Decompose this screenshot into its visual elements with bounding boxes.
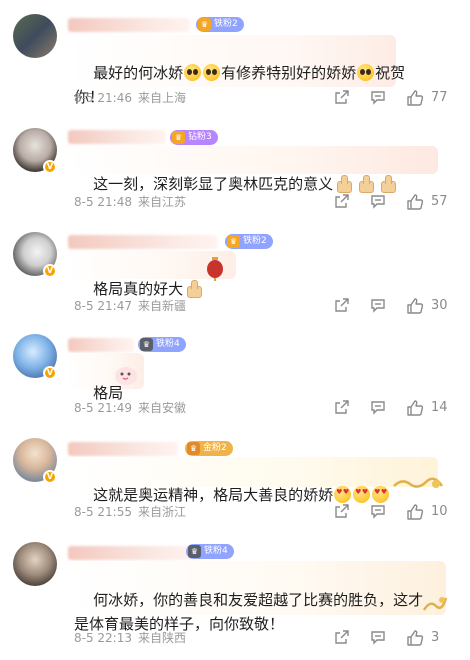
- comment-5: V ♛ 金粉2 这就是奥运精神，格局大善良的娇娇 8-5 21:55来自浙江 1…: [0, 430, 470, 534]
- comment-6: ♛ 铁粉4 何冰娇，你的善良和友爱超越了比赛的胜负，这才 是体育最美的样子，向你致…: [0, 534, 470, 650]
- verified-badge-icon: V: [43, 366, 57, 380]
- share-icon[interactable]: [334, 399, 350, 415]
- lantern-sticker-icon: [207, 257, 223, 281]
- fan-level-icon: ♛: [227, 235, 240, 248]
- comment-icon[interactable]: [370, 193, 386, 209]
- comment-actions: 10: [334, 503, 454, 521]
- timestamp: 8-5 21:55: [74, 505, 132, 519]
- username[interactable]: [68, 546, 196, 560]
- share-icon[interactable]: [334, 297, 350, 313]
- heart-eyes-face-icon: [353, 486, 371, 503]
- cartoon-sticker-icon: [115, 367, 137, 385]
- comment-2: V ♛ 钻粉3 这一刻，深刻彰显了奥林匹克的意义 8-5 21:48 来自江苏 5…: [0, 118, 470, 222]
- like-icon[interactable]: [406, 89, 424, 107]
- thumbs-up-icon: [379, 175, 397, 193]
- avatar[interactable]: [13, 542, 57, 586]
- share-icon[interactable]: [334, 503, 350, 519]
- comment-actions: 3: [334, 629, 454, 647]
- fan-badge: ♛ 铁粉4: [186, 544, 234, 559]
- location: 来自新疆: [138, 299, 187, 313]
- comment-icon[interactable]: [370, 399, 386, 415]
- verified-badge-icon: V: [43, 264, 57, 278]
- comment-meta: 8-5 21:48 来自江苏: [74, 194, 186, 210]
- thumbs-up-icon: [335, 175, 353, 193]
- location: 来自浙江: [138, 505, 187, 519]
- heart-eyes-face-icon: [334, 486, 352, 503]
- like-count: 57: [431, 194, 448, 209]
- timestamp: 8-5 21:49: [74, 401, 132, 415]
- golden-dragon-sticker-icon: [422, 597, 448, 611]
- like-icon[interactable]: [406, 629, 424, 647]
- fan-badge: ♛ 铁粉2: [225, 234, 273, 249]
- comment-actions: 14: [334, 399, 454, 417]
- comment-1: ♛ 铁粉2 最好的何冰娇 有修养特别好的娇娇 祝贺 你！ 8-5 21:46 来自上海 …: [0, 0, 470, 118]
- comment-4: V ♛ 铁粉4 格局 8-5 21:49 来自安徽 14: [0, 326, 470, 430]
- comment-actions: 30: [334, 297, 454, 315]
- comment-icon[interactable]: [370, 89, 386, 105]
- comment-meta: 8-5 21:47 来自新疆: [74, 298, 186, 314]
- fan-level-icon: ♛: [172, 131, 185, 144]
- verified-badge-icon: V: [43, 160, 57, 174]
- fan-level-icon: ♛: [187, 442, 200, 455]
- share-icon[interactable]: [334, 193, 350, 209]
- fan-badge-label: 铁粉4: [156, 339, 180, 349]
- like-count: 10: [431, 504, 448, 519]
- fan-badge: ♛ 钻粉3: [170, 130, 218, 145]
- location: 来自上海: [138, 91, 187, 105]
- username[interactable]: [68, 338, 134, 352]
- pleading-face-icon: [184, 64, 202, 81]
- golden-dragon-sticker-icon: [393, 477, 444, 488]
- share-icon[interactable]: [334, 629, 350, 645]
- like-count: 14: [431, 400, 448, 415]
- pleading-face-icon: [357, 64, 375, 81]
- comment-icon[interactable]: [370, 297, 386, 313]
- comment-meta: 8-5 21:46 来自上海: [74, 90, 186, 106]
- like-count: 77: [431, 90, 448, 105]
- timestamp: 8-5 22:13: [74, 631, 132, 645]
- comment-3: V ♛ 铁粉2 格局真的好大 8-5 21:47 来自新疆 30: [0, 222, 470, 326]
- username[interactable]: [68, 130, 166, 144]
- like-icon[interactable]: [406, 193, 424, 211]
- fan-badge-label: 钻粉3: [188, 132, 212, 142]
- like-icon[interactable]: [406, 297, 424, 315]
- fan-badge-label: 铁粉2: [214, 19, 238, 29]
- thumbs-up-icon: [185, 280, 203, 298]
- fan-level-icon: ♛: [198, 18, 211, 31]
- timestamp: 8-5 21:46: [74, 91, 132, 105]
- fan-level-icon: ♛: [188, 545, 201, 558]
- fan-badge: ♛ 铁粉2: [196, 17, 244, 32]
- thumbs-up-icon: [357, 175, 375, 193]
- fan-badge: ♛ 金粉2: [185, 441, 233, 456]
- like-count: 3: [431, 630, 440, 645]
- fan-level-icon: ♛: [140, 338, 153, 351]
- comment-meta: 8-5 21:55 来自浙江: [74, 504, 186, 520]
- timestamp: 8-5 21:48: [74, 195, 132, 209]
- pleading-face-icon: [203, 64, 221, 81]
- heart-eyes-face-icon: [372, 486, 390, 503]
- verified-badge-icon: V: [43, 470, 57, 484]
- like-icon[interactable]: [406, 399, 424, 417]
- username[interactable]: [68, 235, 218, 249]
- location: 来自安徽: [138, 401, 187, 415]
- comment-meta: 8-5 22:13 来自陕西: [74, 630, 186, 646]
- fan-badge-label: 铁粉2: [243, 236, 267, 246]
- location: 来自陕西: [138, 631, 187, 645]
- timestamp: 8-5 21:47: [74, 299, 132, 313]
- comment-meta: 8-5 21:49 来自安徽: [74, 400, 186, 416]
- like-count: 30: [431, 298, 448, 313]
- fan-badge-label: 金粉2: [203, 443, 227, 453]
- avatar[interactable]: [13, 14, 57, 58]
- location: 来自江苏: [138, 195, 187, 209]
- username[interactable]: [68, 442, 178, 456]
- fan-badge: ♛ 铁粉4: [138, 337, 186, 352]
- comment-actions: 77: [334, 89, 454, 107]
- comment-icon[interactable]: [370, 629, 386, 645]
- fan-badge-label: 铁粉4: [204, 546, 228, 556]
- like-icon[interactable]: [406, 503, 424, 521]
- comment-icon[interactable]: [370, 503, 386, 519]
- share-icon[interactable]: [334, 89, 350, 105]
- comment-actions: 57: [334, 193, 454, 211]
- username[interactable]: [68, 18, 190, 32]
